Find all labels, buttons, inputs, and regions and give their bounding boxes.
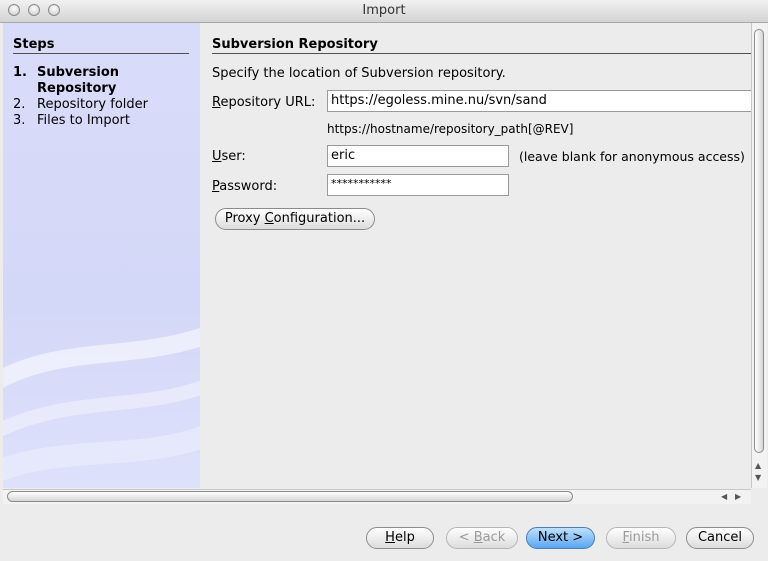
scroll-left-arrow-icon[interactable]: ◀ — [721, 492, 727, 501]
window-title: Import — [362, 3, 406, 18]
steps-panel: Steps 1. Subversion Repository 2. Reposito… — [3, 23, 200, 488]
horizontal-scroll-thumb[interactable] — [7, 491, 573, 502]
repository-url-label: Repository URL: — [212, 95, 316, 110]
vertical-scroll-thumb[interactable] — [754, 29, 764, 453]
scrollbar-corner — [751, 489, 766, 503]
step-number: 1. — [13, 65, 27, 80]
help-button[interactable]: Help — [366, 527, 434, 549]
back-button[interactable]: < Back — [446, 527, 518, 549]
proxy-configuration-button[interactable]: Proxy Configuration... — [215, 208, 375, 230]
content-panel: Subversion Repository Specify the locati… — [200, 23, 751, 488]
scroll-up-arrow-icon[interactable]: ▲ — [755, 461, 761, 470]
user-input[interactable]: eric — [327, 145, 509, 167]
import-dialog: Import Steps 1. Subversion Repository 2. R… — [0, 0, 768, 561]
decorative-swirl-graphic — [3, 327, 200, 481]
step-label: Files to Import — [37, 113, 130, 128]
user-hint: (leave blank for anonymous access) — [519, 149, 745, 164]
user-label: User: — [212, 149, 246, 164]
horizontal-scrollbar[interactable]: ◀ ▶ — [3, 489, 751, 504]
panel-divider — [212, 53, 751, 54]
button-bar: Help < Back Next > Finish Cancel — [0, 504, 768, 561]
next-button[interactable]: Next > — [526, 527, 595, 549]
step-item-subversion-repository: 1. Subversion Repository — [13, 65, 187, 97]
step-label: Subversion Repository — [37, 65, 120, 96]
cancel-button[interactable]: Cancel — [686, 527, 754, 549]
panel-heading: Subversion Repository — [212, 37, 378, 52]
repository-url-format-hint: https://hostname/repository_path[@REV] — [327, 122, 574, 136]
panel-description: Specify the location of Subversion repos… — [212, 66, 506, 81]
password-input[interactable]: *********** — [327, 174, 509, 196]
title-bar: Import — [0, 0, 768, 23]
vertical-scrollbar[interactable]: ▲ ▼ — [751, 23, 767, 488]
repository-url-input[interactable]: https://egoless.mine.nu/svn/sand — [327, 90, 751, 112]
password-label: Password: — [212, 179, 278, 194]
scroll-right-arrow-icon[interactable]: ▶ — [735, 492, 741, 501]
steps-heading: Steps — [13, 37, 55, 52]
steps-divider — [13, 53, 189, 54]
step-number: 2. — [13, 97, 26, 112]
step-label: Repository folder — [37, 97, 148, 112]
finish-button[interactable]: Finish — [606, 527, 676, 549]
step-item-repository-folder: 2. Repository folder — [13, 97, 187, 113]
step-number: 3. — [13, 113, 26, 128]
scroll-down-arrow-icon[interactable]: ▼ — [755, 473, 761, 482]
step-item-files-to-import: 3. Files to Import — [13, 113, 187, 129]
